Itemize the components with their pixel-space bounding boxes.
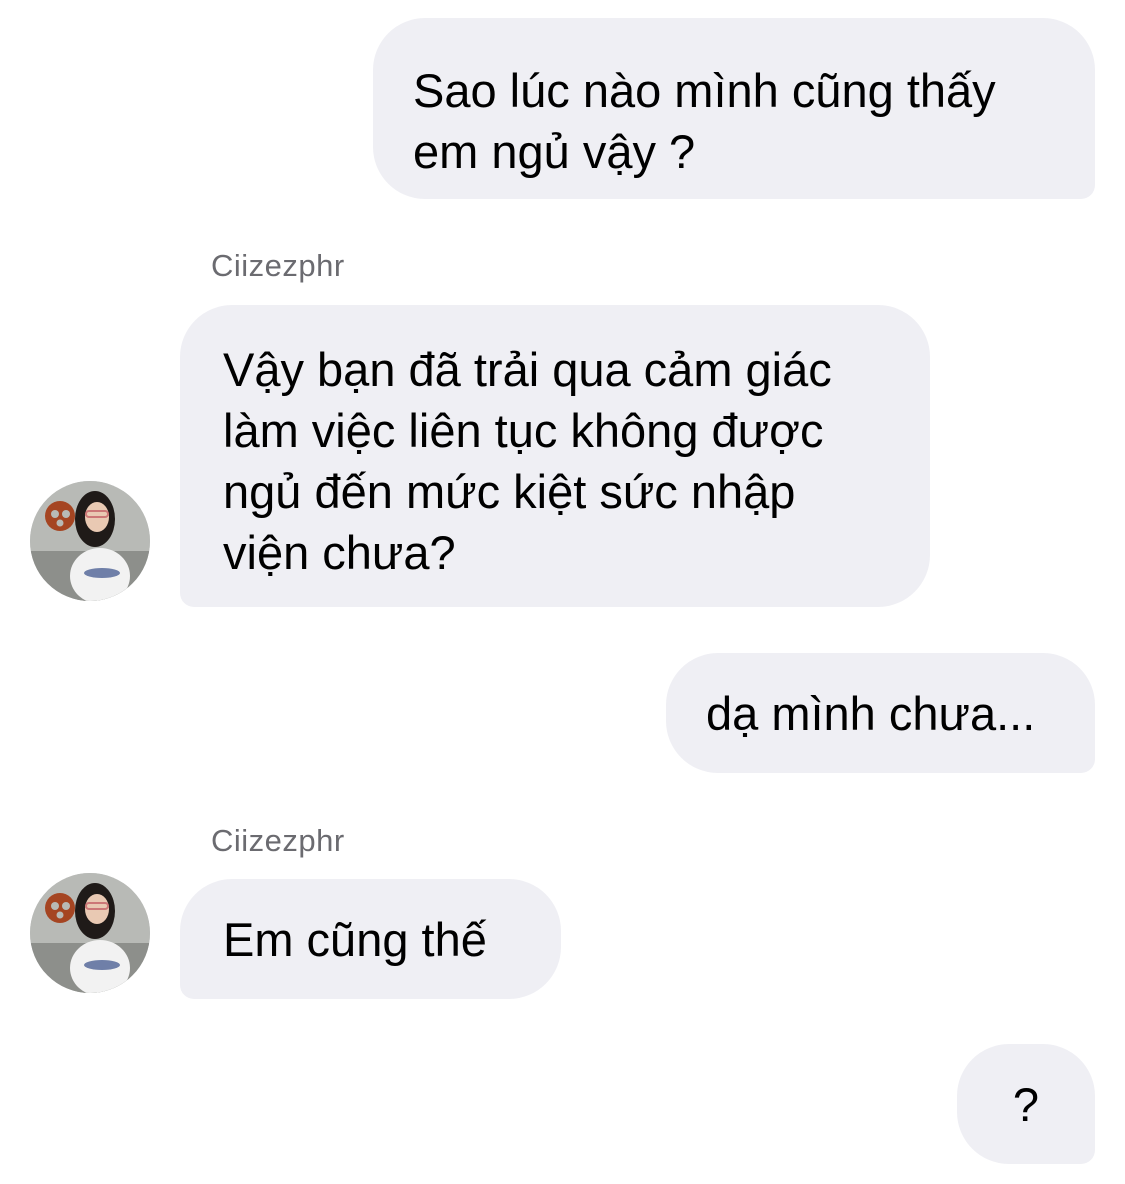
outgoing-message-bubble[interactable]: Sao lúc nào mình cũng thấy em ngủ vậy ? (373, 18, 1095, 199)
message-text-line: ngủ đến mức kiệt sức nhập (223, 465, 796, 518)
message-text-line: dạ mình chưa... (706, 687, 1036, 740)
message-text-line: Em cũng thế (223, 913, 487, 966)
sender-avatar[interactable] (30, 873, 150, 993)
message-text-line: ? (1012, 1078, 1040, 1131)
message-text-line: em ngủ vậy ? (413, 125, 696, 178)
message-text-line: Sao lúc nào mình cũng thấy (413, 64, 996, 117)
message-text-line: viện chưa? (223, 526, 456, 579)
message-text-line: làm việc liên tục không được (223, 404, 824, 457)
avatar-photo-icon (30, 873, 150, 993)
sender-name: Ciizezphr (211, 823, 345, 858)
sender-name: Ciizezphr (211, 248, 345, 283)
outgoing-message-bubble[interactable]: ? (957, 1044, 1095, 1164)
sender-avatar[interactable] (30, 481, 150, 601)
incoming-message-bubble[interactable]: Vậy bạn đã trải qua cảm giác làm việc li… (180, 305, 930, 607)
outgoing-message-bubble[interactable]: dạ mình chưa... (666, 653, 1095, 773)
incoming-message-bubble[interactable]: Em cũng thế (180, 879, 561, 999)
message-text-line: Vậy bạn đã trải qua cảm giác (223, 343, 832, 396)
avatar-photo-icon (30, 481, 150, 601)
